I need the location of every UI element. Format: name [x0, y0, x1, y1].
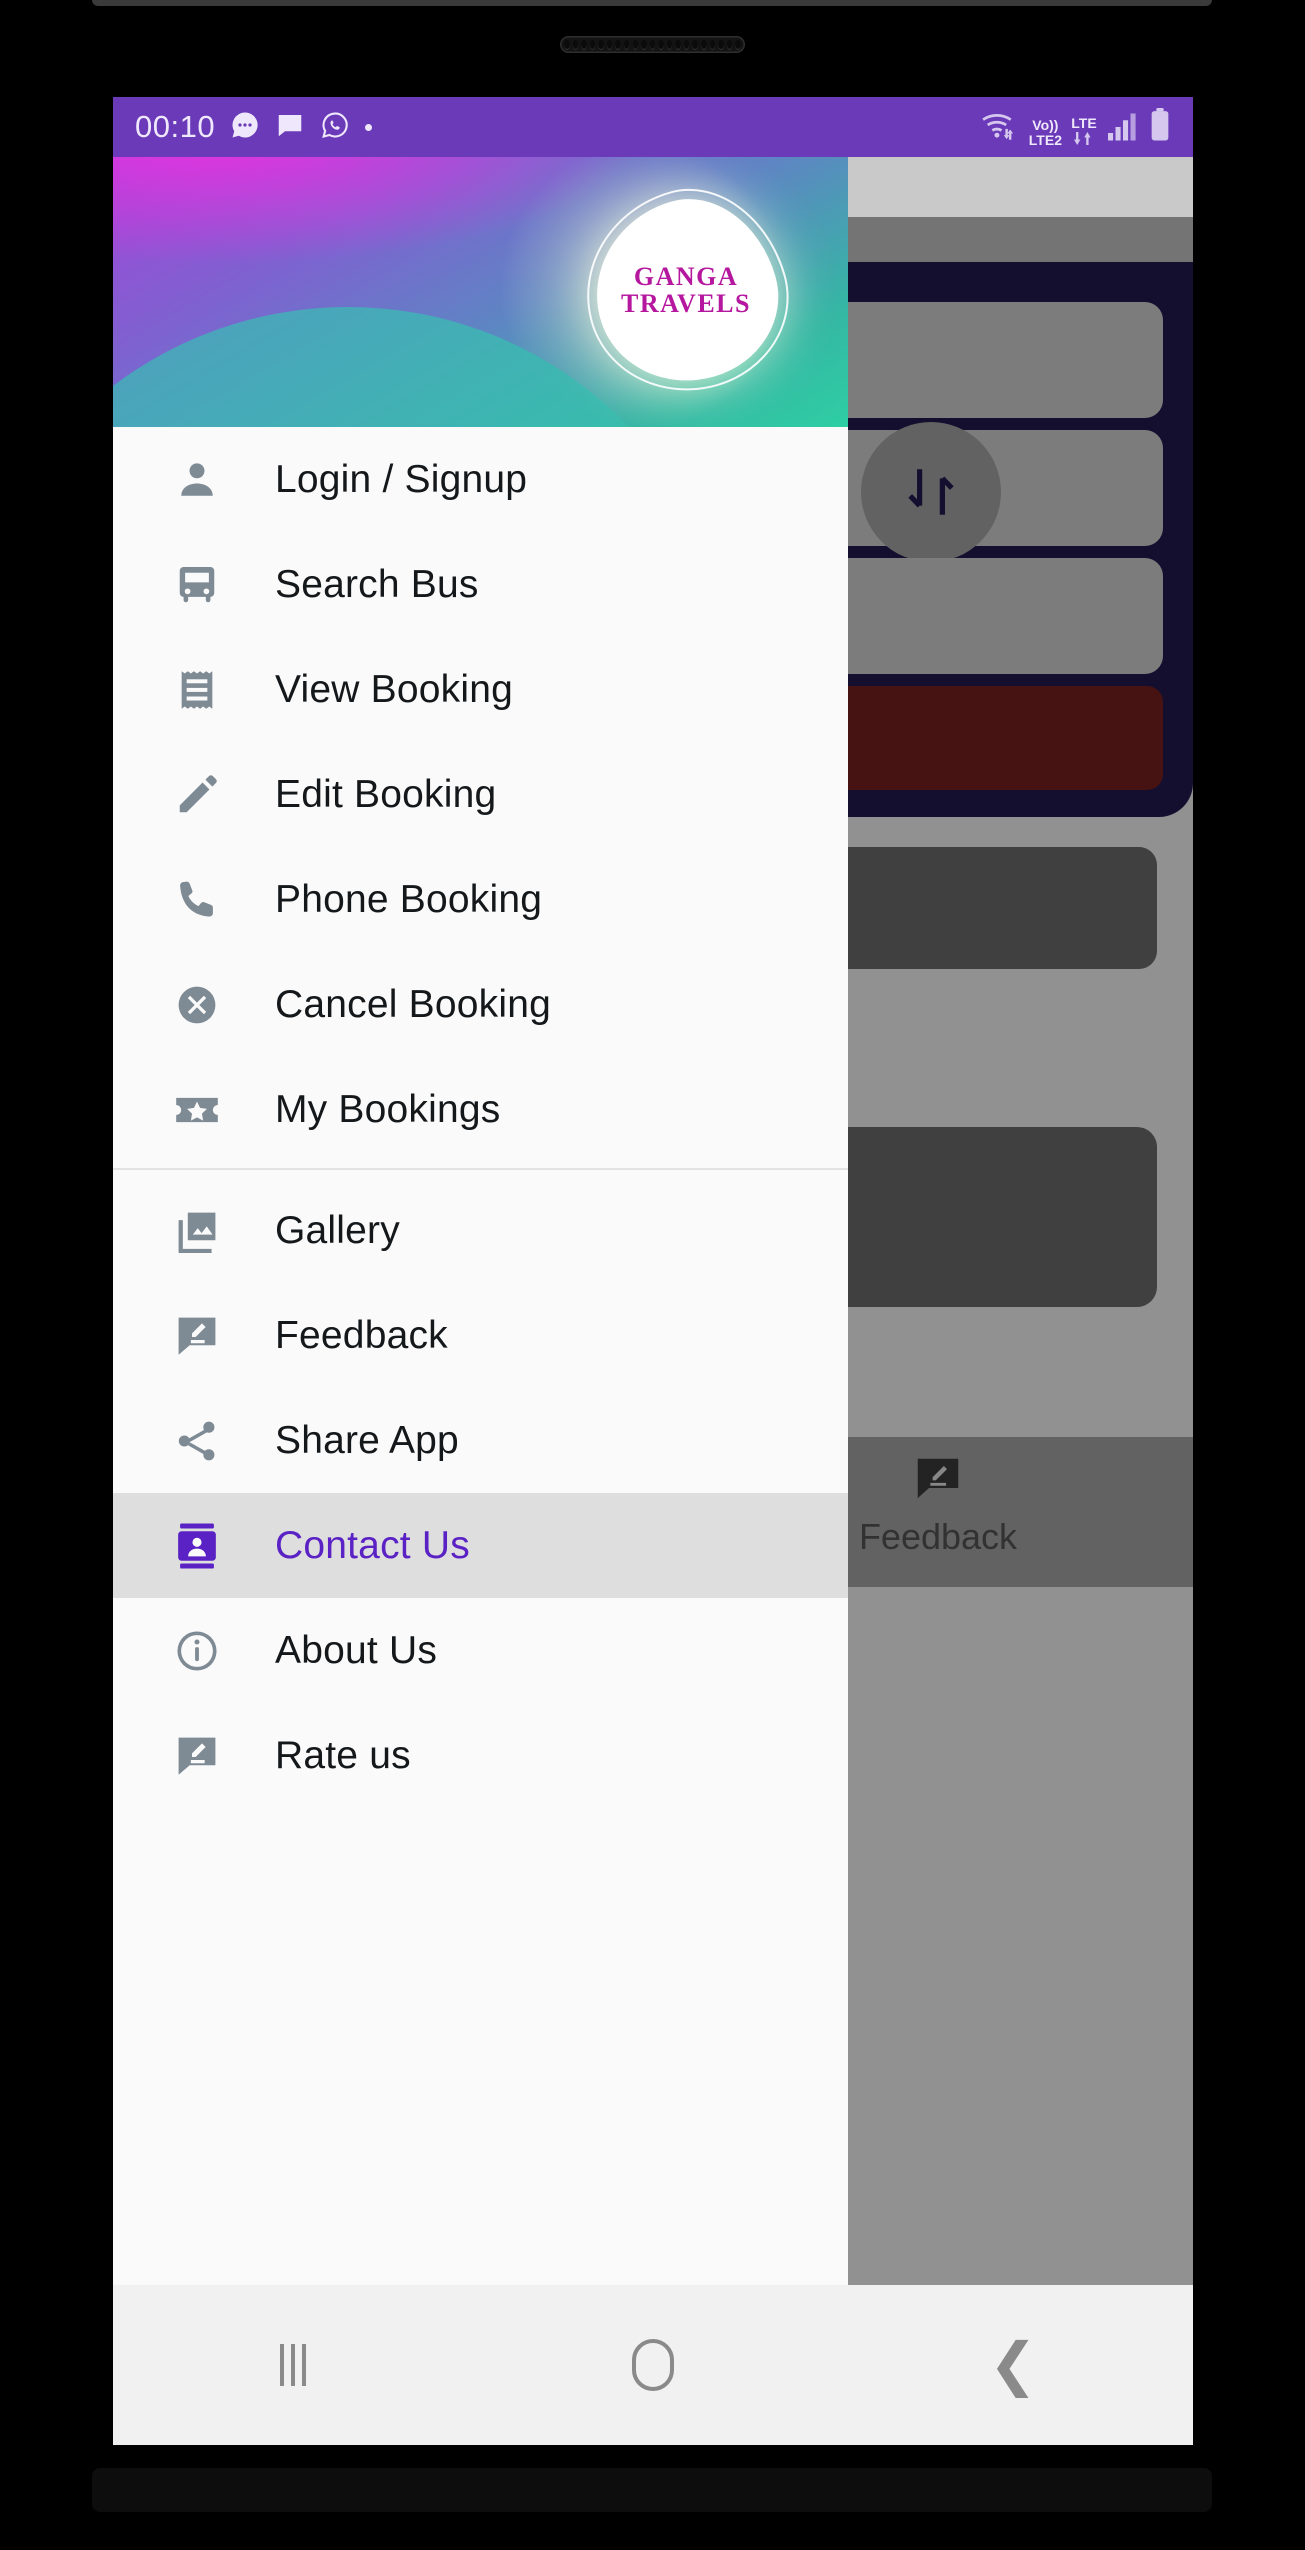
- menu-item-search-bus[interactable]: Search Bus: [113, 532, 848, 637]
- wifi-icon: [980, 108, 1020, 147]
- recents-icon[interactable]: [113, 2344, 473, 2386]
- menu-item-about-us[interactable]: About Us: [113, 1598, 848, 1703]
- menu-item-login-signup[interactable]: Login / Signup: [113, 427, 848, 532]
- status-bar-left: 00:10: [135, 109, 373, 145]
- pencil-icon: [171, 769, 223, 821]
- chat-bubble-icon: [275, 110, 305, 145]
- whatsapp-icon: [320, 110, 350, 145]
- phone-screen: 00:10 Vo)) LTE2 LTE Feedback GANGA TRAVE…: [113, 97, 1193, 2445]
- volte-indicator: Vo)) LTE2: [1029, 118, 1062, 147]
- back-icon[interactable]: ❮: [833, 2336, 1193, 2394]
- volte-label-top: Vo)): [1032, 116, 1059, 133]
- menu-label: Gallery: [275, 1208, 400, 1252]
- menu-item-phone-booking[interactable]: Phone Booking: [113, 847, 848, 952]
- menu-label: Login / Signup: [275, 457, 528, 501]
- brand-logo: GANGA TRAVELS: [562, 167, 810, 415]
- signal-bars-icon: [1106, 112, 1140, 147]
- home-icon[interactable]: [473, 2339, 833, 2391]
- menu-label: Phone Booking: [275, 877, 543, 921]
- dot-icon: [365, 123, 373, 131]
- cancel-circle-icon: [171, 979, 223, 1031]
- android-navigation-bar: ❮: [113, 2285, 1193, 2445]
- logo-line-2: TRAVELS: [621, 289, 751, 318]
- messages-dots-icon: [230, 110, 260, 145]
- bus-icon: [171, 559, 223, 611]
- menu-item-gallery[interactable]: Gallery: [113, 1178, 848, 1283]
- menu-label: Feedback: [275, 1313, 448, 1357]
- person-icon: [171, 454, 223, 506]
- photo-library-icon: [171, 1205, 223, 1257]
- phone-icon: [171, 874, 223, 926]
- menu-label: Rate us: [275, 1733, 411, 1777]
- drawer-menu-group-secondary: Gallery Feedback Share App Contact Us Ab…: [113, 1178, 848, 1808]
- menu-label: Search Bus: [275, 562, 479, 606]
- ticket-star-icon: [176, 1097, 218, 1122]
- menu-label: Edit Booking: [275, 772, 497, 816]
- earpiece-speaker: [560, 36, 745, 53]
- status-bar: 00:10 Vo)) LTE2 LTE: [113, 97, 1193, 157]
- phone-frame: 00:10 Vo)) LTE2 LTE Feedback GANGA TRAVE…: [0, 0, 1305, 2550]
- lte-label: LTE: [1071, 114, 1097, 131]
- menu-item-contact-us[interactable]: Contact Us: [113, 1493, 848, 1598]
- status-clock: 00:10: [135, 109, 216, 144]
- menu-item-feedback[interactable]: Feedback: [113, 1283, 848, 1388]
- volte-label-bottom: LTE2: [1028, 131, 1062, 148]
- rate-review-icon: [171, 1310, 223, 1362]
- menu-label: View Booking: [275, 667, 513, 711]
- menu-label: About Us: [275, 1628, 438, 1672]
- status-bar-right: Vo)) LTE2 LTE: [980, 107, 1171, 147]
- phone-top-bezel-edge: [92, 0, 1212, 6]
- drawer-divider: [113, 1168, 848, 1170]
- menu-item-cancel-booking[interactable]: Cancel Booking: [113, 952, 848, 1057]
- rate-review-icon: [171, 1730, 223, 1782]
- lte-indicator: LTE: [1071, 116, 1097, 147]
- drawer-header: GANGA TRAVELS: [113, 157, 848, 427]
- menu-item-edit-booking[interactable]: Edit Booking: [113, 742, 848, 847]
- share-icon: [171, 1415, 223, 1467]
- menu-label: Cancel Booking: [275, 982, 551, 1026]
- battery-icon: [1149, 107, 1171, 147]
- menu-label: Contact Us: [275, 1523, 470, 1567]
- drawer-menu-group-primary: Login / Signup Search Bus View Booking E…: [113, 427, 848, 1162]
- logo-text: GANGA TRAVELS: [621, 264, 751, 317]
- navigation-drawer: GANGA TRAVELS Login / Signup Search Bus …: [113, 157, 848, 2445]
- menu-item-my-bookings[interactable]: My Bookings: [113, 1057, 848, 1162]
- menu-label: My Bookings: [275, 1087, 501, 1131]
- menu-item-rate-us[interactable]: Rate us: [113, 1703, 848, 1808]
- phone-bottom-bezel: [92, 2468, 1212, 2512]
- logo-line-1: GANGA: [633, 262, 739, 292]
- data-arrows-icon: [1074, 131, 1091, 145]
- menu-item-view-booking[interactable]: View Booking: [113, 637, 848, 742]
- menu-label: Share App: [275, 1418, 459, 1462]
- menu-item-share-app[interactable]: Share App: [113, 1388, 848, 1493]
- receipt-icon: [171, 664, 223, 716]
- contact-card-icon: [178, 1522, 216, 1569]
- info-circle-icon: [171, 1625, 223, 1677]
